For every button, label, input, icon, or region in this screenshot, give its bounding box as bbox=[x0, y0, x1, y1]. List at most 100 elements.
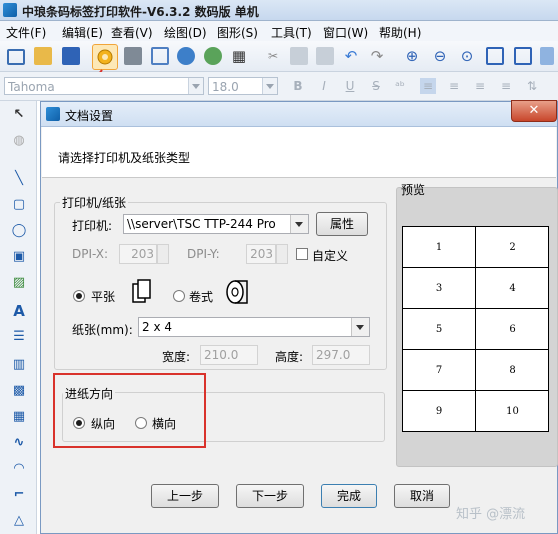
preview-label-grid: 1 2 3 4 5 6 7 8 9 10 bbox=[402, 226, 549, 432]
dpi-y-spinner[interactable] bbox=[276, 244, 288, 264]
roll-paper-radio[interactable] bbox=[173, 290, 185, 302]
menu-edit[interactable]: 编辑(E) bbox=[62, 24, 103, 41]
text-direction-icon[interactable]: ⇅ bbox=[524, 78, 540, 94]
bold-button[interactable]: B bbox=[290, 78, 306, 94]
barcode-wizard-icon[interactable]: ◍ bbox=[9, 131, 29, 151]
cut-icon[interactable]: ✂ bbox=[264, 47, 282, 65]
menu-file[interactable]: 文件(F) bbox=[6, 24, 46, 41]
save-icon[interactable] bbox=[62, 47, 80, 65]
ellipse-tool-icon[interactable]: ◯ bbox=[9, 221, 29, 241]
qrcode-tool-icon[interactable]: ▩ bbox=[9, 381, 29, 401]
paper-size-select[interactable]: 2 x 4 bbox=[138, 317, 370, 337]
font-size-select[interactable]: 18.0 bbox=[208, 77, 278, 95]
menu-tools[interactable]: 工具(T) bbox=[271, 24, 312, 41]
align-right-icon[interactable]: ≡ bbox=[472, 78, 488, 94]
properties-button[interactable]: 属性 bbox=[316, 212, 368, 236]
dpi-x-spinner[interactable] bbox=[157, 244, 169, 264]
previous-button[interactable]: 上一步 bbox=[151, 484, 219, 508]
underline-button[interactable]: U bbox=[342, 78, 358, 94]
preview-cell: 3 bbox=[403, 268, 476, 309]
redo-icon[interactable]: ↷ bbox=[368, 47, 386, 65]
dialog-title: 文档设置 bbox=[65, 109, 114, 123]
flat-paper-label: 平张 bbox=[91, 290, 116, 304]
new-document-icon[interactable] bbox=[7, 49, 25, 65]
finish-button[interactable]: 完成 bbox=[321, 484, 377, 508]
image-tool-icon[interactable]: ▣ bbox=[9, 247, 29, 267]
custom-checkbox[interactable] bbox=[296, 248, 308, 260]
align-justify-icon[interactable]: ≡ bbox=[498, 78, 514, 94]
grid-icon[interactable]: ▦ bbox=[230, 47, 248, 65]
triangle-tool-icon[interactable]: △ bbox=[9, 511, 29, 531]
database-icon[interactable] bbox=[177, 47, 195, 65]
flat-paper-radio[interactable] bbox=[73, 290, 85, 302]
preview-cell: 9 bbox=[403, 391, 476, 432]
undo-icon[interactable]: ↶ bbox=[342, 47, 360, 65]
width-input[interactable]: 210.0 bbox=[200, 345, 258, 365]
dpi-y-input[interactable]: 203 bbox=[246, 244, 276, 264]
align-left-icon[interactable]: ≡ bbox=[420, 78, 436, 94]
document-settings-button[interactable] bbox=[92, 44, 118, 70]
open-folder-icon[interactable] bbox=[34, 47, 52, 65]
preview-cell: 2 bbox=[476, 227, 549, 268]
print-preview-icon[interactable] bbox=[151, 47, 169, 65]
next-button[interactable]: 下一步 bbox=[236, 484, 304, 508]
header-instruction: 请选择打印机及纸张类型 bbox=[58, 151, 191, 165]
roll-paper-label: 卷式 bbox=[189, 290, 214, 304]
menu-view[interactable]: 查看(V) bbox=[111, 24, 153, 41]
actual-size-icon[interactable] bbox=[486, 47, 504, 65]
data-source-icon[interactable] bbox=[204, 47, 222, 65]
dialog-app-icon bbox=[46, 107, 60, 121]
zoom-fit-icon[interactable]: ⊙ bbox=[458, 47, 476, 65]
page-width-icon[interactable] bbox=[514, 47, 532, 65]
height-label: 高度: bbox=[275, 350, 304, 364]
superscript-icon[interactable]: ᵃᵇ bbox=[392, 78, 408, 94]
width-label: 宽度: bbox=[162, 350, 191, 364]
printer-select[interactable]: \\server\TSC TTP-244 Pro bbox=[123, 214, 309, 234]
data-matrix-tool-icon[interactable]: ▦ bbox=[9, 407, 29, 427]
dialog-header: 请选择打印机及纸张类型 bbox=[42, 127, 556, 178]
preview-cell: 1 bbox=[403, 227, 476, 268]
cancel-button[interactable]: 取消 bbox=[394, 484, 450, 508]
watermark-text: 知乎 @漂流 bbox=[456, 507, 526, 522]
barcode-tool-icon[interactable]: ▥ bbox=[9, 355, 29, 375]
menu-help[interactable]: 帮助(H) bbox=[379, 24, 421, 41]
preview-cell: 6 bbox=[476, 309, 549, 350]
rectangle-tool-icon[interactable]: ▢ bbox=[9, 195, 29, 215]
picture-tool-icon[interactable]: ▨ bbox=[9, 273, 29, 293]
dpi-x-input[interactable]: 203 bbox=[119, 244, 157, 264]
roll-paper-icon bbox=[226, 280, 248, 304]
paste-icon[interactable] bbox=[316, 47, 334, 65]
gear-icon bbox=[97, 49, 113, 65]
drawing-toolbox: ↖ ◍ ╲ ▢ ◯ ▣ ▨ A ☰ ▥ ▩ ▦ ∿ ◠ ⌐ △ bbox=[0, 101, 37, 534]
menu-bar: 文件(F) 编辑(E) 查看(V) 绘图(D) 图形(S) 工具(T) 窗口(W… bbox=[0, 21, 558, 41]
strikethrough-button[interactable]: S bbox=[368, 78, 384, 94]
dpi-x-label: DPI-X: bbox=[72, 247, 109, 261]
line-tool-icon[interactable]: ╲ bbox=[9, 169, 29, 189]
paragraph-tool-icon[interactable]: ☰ bbox=[9, 327, 29, 347]
close-button[interactable]: ✕ bbox=[511, 100, 557, 122]
paper-size-label: 纸张(mm): bbox=[72, 323, 133, 337]
font-family-select[interactable]: Tahoma bbox=[4, 77, 204, 95]
zoom-out-icon[interactable]: ⊖ bbox=[431, 47, 449, 65]
chevron-down-icon bbox=[262, 78, 277, 94]
menu-draw[interactable]: 绘图(D) bbox=[164, 24, 207, 41]
italic-button[interactable]: I bbox=[316, 78, 332, 94]
align-center-icon[interactable]: ≡ bbox=[446, 78, 462, 94]
app-title-bar: 中琅条码标签打印软件-V6.3.2 数码版 单机 bbox=[0, 0, 558, 21]
menu-shape[interactable]: 图形(S) bbox=[217, 24, 258, 41]
menu-window[interactable]: 窗口(W) bbox=[323, 24, 368, 41]
arc-tool-icon[interactable]: ◠ bbox=[9, 459, 29, 479]
copy-icon[interactable] bbox=[290, 47, 308, 65]
preview-cell: 10 bbox=[506, 406, 519, 417]
paper-size-value: 2 x 4 bbox=[142, 320, 172, 334]
print-icon[interactable] bbox=[124, 47, 142, 65]
polyline-tool-icon[interactable]: ⌐ bbox=[9, 485, 29, 505]
zoom-in-icon[interactable]: ⊕ bbox=[403, 47, 421, 65]
toolbar-more-icon[interactable] bbox=[540, 47, 554, 65]
text-tool-icon[interactable]: A bbox=[9, 301, 29, 321]
curve-tool-icon[interactable]: ∿ bbox=[9, 433, 29, 453]
font-family-value: Tahoma bbox=[8, 80, 55, 94]
select-tool-icon[interactable]: ↖ bbox=[9, 105, 29, 125]
height-input[interactable]: 297.0 bbox=[312, 345, 370, 365]
preview-cell: 5 bbox=[403, 309, 476, 350]
